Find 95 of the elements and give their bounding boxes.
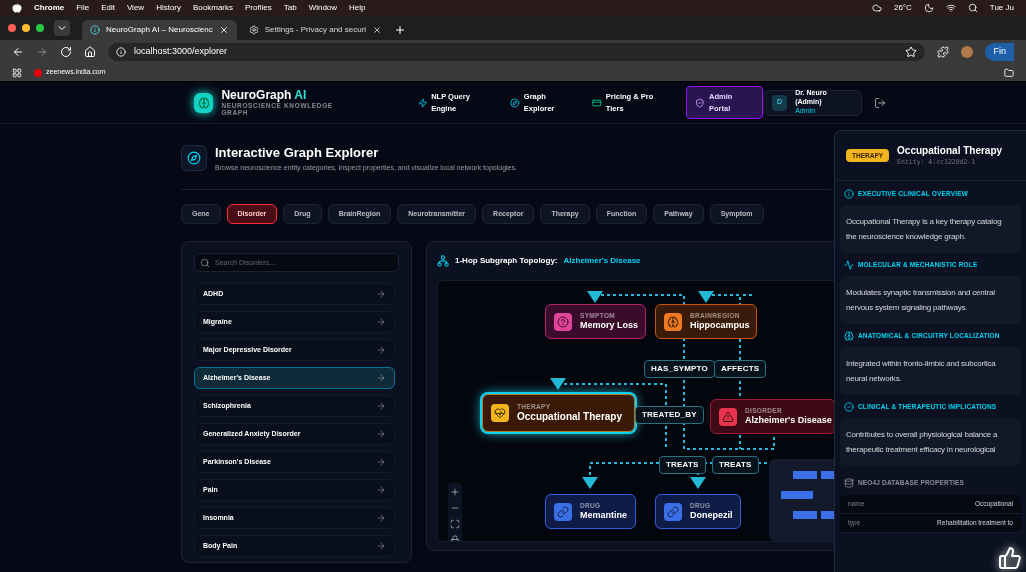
arrow-right-icon <box>376 541 386 551</box>
section-text: Contributes to overall physiological balance a therapeutic treatment efficacy in neurological <box>840 418 1021 466</box>
graph-subject: Alzheimer's Disease <box>563 255 641 267</box>
arrowhead-icon <box>582 477 598 489</box>
weather-text: 26°C <box>893 2 912 14</box>
extensions-icon <box>937 46 950 58</box>
close-icon <box>218 25 229 35</box>
warning-icon <box>719 407 737 426</box>
reload-icon <box>60 46 72 58</box>
arrow-right-icon <box>376 401 386 411</box>
page-title: Interactive Graph Explorer <box>215 144 380 162</box>
tab-list-button[interactable] <box>54 20 70 36</box>
heart-pulse-icon <box>491 404 509 422</box>
arrow-right-icon <box>376 289 386 299</box>
browser-tab[interactable]: Settings - Privacy and securi <box>240 20 391 40</box>
section-text: Modulates synaptic transmission and central nervous system signaling pathways. <box>840 276 1021 324</box>
forward-icon <box>36 46 48 58</box>
database-icon <box>844 478 854 488</box>
node-name: Hippocampus <box>690 321 750 331</box>
section-text: Integrated within fronto-limbic and subcortica neural networks. <box>840 347 1021 395</box>
avatar-icon[interactable] <box>961 46 974 58</box>
menu-item[interactable]: History <box>156 2 181 14</box>
question-icon <box>554 312 572 331</box>
moon-icon <box>923 3 934 13</box>
node-name: Occupational Therapy <box>517 412 623 423</box>
network-icon <box>437 255 449 267</box>
arrow-right-icon <box>376 513 386 523</box>
edge-label: AFFECTS <box>714 360 767 378</box>
gear-icon <box>248 25 259 35</box>
star-icon <box>905 46 918 58</box>
apple-icon <box>12 3 22 13</box>
edge-label: TREATS <box>659 456 706 474</box>
close-icon <box>372 25 383 35</box>
search-icon <box>967 3 978 13</box>
brand-name: NeuroGraph AI <box>221 89 308 101</box>
arrow-right-icon <box>376 345 386 355</box>
edge-label: TREATS <box>712 456 759 474</box>
arrow-right-icon <box>376 485 386 495</box>
home-icon <box>84 46 96 58</box>
brain-icon <box>844 331 854 341</box>
bolt-icon <box>417 97 428 108</box>
menu-item[interactable]: Window <box>308 2 338 14</box>
brain-icon <box>664 312 682 331</box>
graph-title: 1-Hop Subgraph Topology: <box>455 255 558 267</box>
wifi-icon <box>945 3 956 13</box>
arrow-right-icon <box>376 373 386 383</box>
arrowhead-icon <box>690 477 706 489</box>
tab-title: Settings - Privacy and securi <box>264 24 367 36</box>
profile-button[interactable]: Fin <box>985 43 1014 61</box>
menu-item[interactable]: Bookmarks <box>193 2 234 14</box>
new-tab-icon <box>394 24 407 36</box>
menu-item[interactable]: File <box>76 2 90 14</box>
folder-icon <box>1004 67 1014 78</box>
node-name: Memory Loss <box>580 321 639 331</box>
compass-icon <box>510 97 520 108</box>
menu-app-name[interactable]: Chrome <box>34 2 65 14</box>
info-icon <box>844 189 854 199</box>
fit-view-icon <box>450 519 460 529</box>
address-field[interactable]: localhost:3000/explorer <box>108 43 926 61</box>
link-icon <box>554 502 572 521</box>
menu-item[interactable]: Help <box>349 2 366 14</box>
cloud-icon <box>871 3 882 13</box>
tab-title: NeuroGraph AI – Neuroscienc <box>106 24 213 36</box>
compass-icon <box>181 145 207 171</box>
clock-text: Tue Ju <box>989 2 1014 14</box>
section-text: Occupational Therapy is a key therapy catalog the neuroscience knowledge graph. <box>840 205 1021 253</box>
pulse-icon <box>844 260 854 270</box>
browser-tab[interactable]: NeuroGraph AI – Neuroscienc <box>82 20 237 40</box>
shield-icon <box>695 97 705 108</box>
node-name: Memantine <box>580 511 627 521</box>
menu-item[interactable]: Tab <box>283 2 297 14</box>
arrow-right-icon <box>376 317 386 327</box>
thumbs-up-icon <box>998 546 1022 570</box>
menu-item[interactable]: Edit <box>101 2 115 14</box>
node-name: Alzheimer's Disease <box>745 416 832 426</box>
menu-item[interactable]: Profiles <box>245 2 272 14</box>
check-circle-icon <box>844 402 854 412</box>
logout-icon <box>874 96 886 109</box>
search-icon <box>200 258 210 268</box>
arrow-right-icon <box>376 429 386 439</box>
brain-logo-icon <box>194 92 214 113</box>
back-icon <box>12 46 24 58</box>
edge-label: HAS_SYMPTO <box>644 360 715 378</box>
zoom-in-icon <box>450 487 460 497</box>
arrowhead-icon <box>550 378 566 390</box>
apps-icon <box>12 67 22 78</box>
card-icon <box>592 97 602 108</box>
node-name: Donepezil <box>690 511 733 521</box>
edge-label: TREATED_BY <box>635 406 704 424</box>
arrow-right-icon <box>376 457 386 467</box>
info-icon <box>116 47 126 57</box>
site-icon <box>90 25 100 35</box>
detail-title: Occupational Therapy <box>897 145 1003 158</box>
link-icon <box>664 502 682 521</box>
menu-item[interactable]: View <box>126 2 145 14</box>
